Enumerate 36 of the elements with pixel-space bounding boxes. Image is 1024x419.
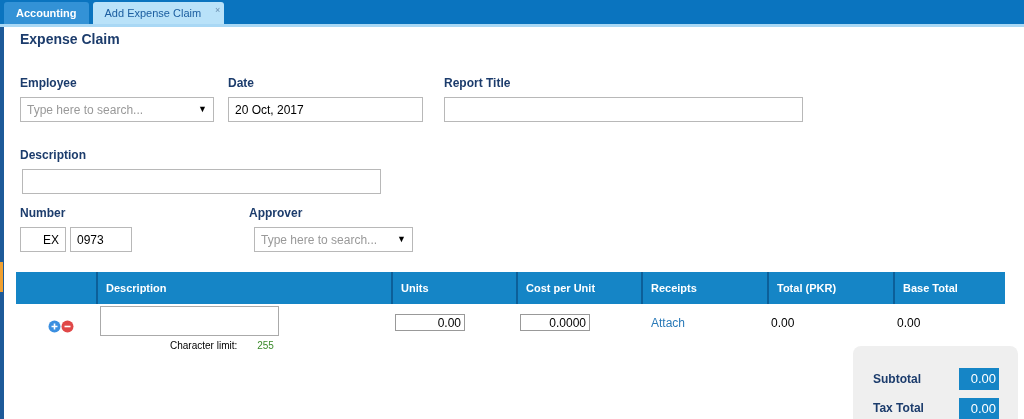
search-dropdown[interactable]: Type here to search... ▼ — [20, 97, 214, 122]
field-label: Report Title — [444, 75, 512, 92]
column-header: Cost per Unit — [526, 280, 596, 296]
summary-value: 0.00 — [959, 368, 999, 390]
add-icon[interactable] — [48, 319, 61, 333]
char-limit-label: Character limit: — [170, 339, 238, 353]
input-field[interactable]: 0973 — [70, 227, 132, 252]
column-header: Total (PKR) — [777, 280, 837, 296]
input-field[interactable]: 20 Oct, 2017 — [228, 97, 423, 122]
search-dropdown[interactable]: Type here to search... ▼ — [254, 227, 413, 252]
text-area[interactable] — [100, 306, 279, 336]
input-field[interactable]: 0.00 — [395, 314, 465, 331]
side-handle[interactable] — [0, 262, 3, 292]
input-field[interactable]: 0.0000 — [520, 314, 590, 331]
tab[interactable]: Add Expense Claim × — [92, 2, 225, 24]
column-header: Base Total — [903, 280, 958, 296]
column-header: Receipts — [651, 280, 697, 296]
input-field[interactable] — [22, 169, 381, 194]
prefix-field: EX — [20, 227, 66, 252]
char-limit-value: 255 — [257, 339, 274, 353]
input-field[interactable] — [444, 97, 803, 122]
attach-link[interactable]: Attach — [651, 316, 686, 330]
summary-label: Tax Total — [873, 400, 925, 418]
field-label: Employee — [20, 75, 78, 92]
field-label: Description — [20, 147, 87, 164]
summary-label: Subtotal — [873, 370, 922, 388]
table-cell: 0.00 — [771, 316, 795, 330]
remove-icon[interactable] — [61, 319, 74, 333]
summary-value: 0.00 — [959, 397, 999, 419]
table-cell: 0.00 — [897, 316, 921, 330]
field-label: Number — [20, 205, 67, 222]
column-header: Units — [401, 280, 429, 296]
page-title: Expense Claim — [20, 30, 121, 49]
column-header: Description — [106, 280, 167, 296]
field-label: Approver — [249, 205, 304, 222]
field-label: Date — [228, 75, 255, 92]
